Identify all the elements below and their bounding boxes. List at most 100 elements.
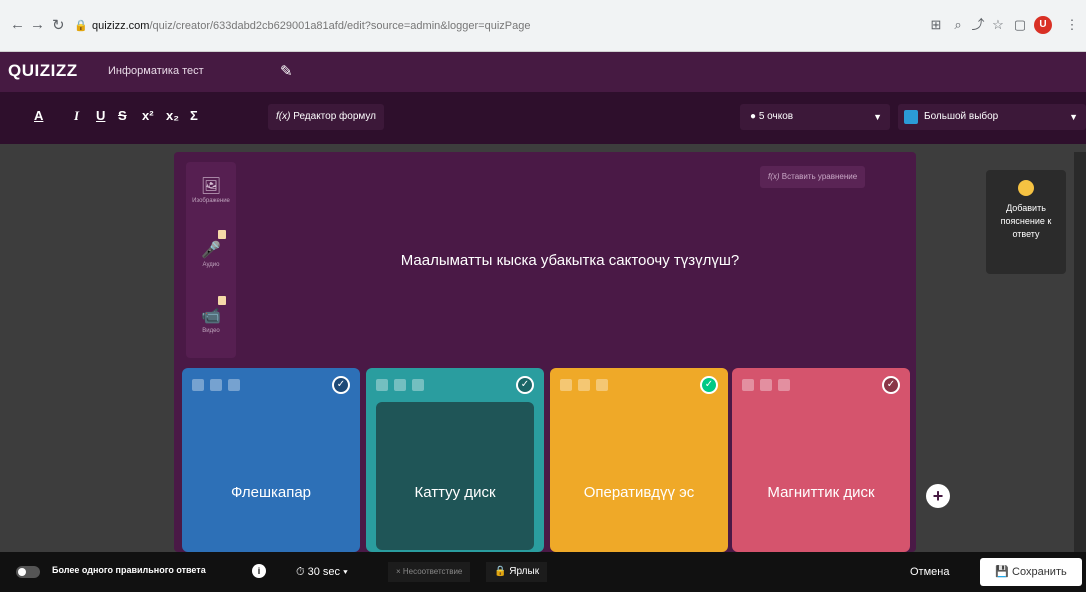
correct-check-icon[interactable]: ✓ (700, 376, 718, 394)
pencil-icon[interactable]: ✎ (280, 62, 293, 80)
answer-option-3[interactable]: ✓ Оперативдүү эс (550, 368, 728, 552)
image-icon[interactable] (760, 379, 772, 391)
bookmark-star-icon[interactable]: ☆ (990, 17, 1006, 33)
add-explanation-button[interactable]: Добавить пояснение к ответу (986, 170, 1066, 274)
lightbulb-icon (1018, 180, 1034, 196)
format-toolbar: A I U S x² x₂ Σ f(x) Редактор формул ● 5… (0, 92, 1086, 144)
audio-label: Аудио (202, 262, 220, 268)
add-video-button[interactable]: 📹 Видео (186, 296, 236, 334)
delete-icon[interactable] (192, 379, 204, 391)
back-arrow-icon[interactable]: ← (10, 16, 25, 33)
answer-text[interactable]: Флешкапар (182, 484, 360, 501)
video-icon: 📹 (201, 308, 221, 325)
save-button[interactable]: 💾 Сохранить (980, 558, 1082, 586)
menu-dots-icon[interactable]: ⋮ (1064, 17, 1080, 33)
explanation-label: Добавить пояснение к ответу (1000, 203, 1052, 239)
cancel-button[interactable]: Отмена (900, 561, 959, 583)
reload-icon[interactable]: ↻ (52, 16, 65, 34)
formula-editor-button[interactable]: f(x) Редактор формул (268, 104, 384, 130)
image-icon[interactable] (210, 379, 222, 391)
points-label: 5 очков (758, 111, 794, 122)
insert-equation-label: Вставить уравнение (781, 172, 858, 181)
italic-icon[interactable]: I (74, 108, 79, 124)
mic-icon: 🎤 (201, 242, 221, 259)
url-path: /quiz/creator/633dabd2cb629001a81afd/edi… (149, 20, 531, 32)
media-toolbar: 🖼 Изображение 🎤 Аудио 📹 Видео (186, 162, 236, 358)
multiple-answers-label: Более одного правильного ответа (52, 565, 206, 575)
multiple-answers-toggle[interactable] (16, 566, 40, 578)
image-icon: 🖼 (200, 178, 222, 195)
delete-icon[interactable] (376, 379, 388, 391)
formula-icon: f(x) (276, 111, 294, 122)
url-host: quizizz.com (92, 20, 150, 32)
answer-option-2[interactable]: ✓ Каттуу диск (366, 368, 544, 552)
quizizz-logo[interactable]: QUIZIZZ (8, 61, 78, 81)
question-type-label: Большой выбор (924, 111, 999, 122)
lock-icon: 🔒 (494, 566, 510, 577)
correct-check-icon[interactable]: ✓ (332, 376, 350, 394)
formula-icon[interactable] (412, 379, 424, 391)
chevron-down-icon: ▾ (340, 566, 348, 578)
profile-avatar[interactable]: U (1034, 16, 1052, 34)
formula-icon[interactable] (596, 379, 608, 391)
video-label: Видео (202, 328, 220, 334)
formula-icon[interactable] (228, 379, 240, 391)
quiz-title[interactable]: Информатика тест (108, 65, 204, 77)
image-icon[interactable] (394, 379, 406, 391)
points-dropdown[interactable]: ● 5 очков ▼ (740, 104, 890, 130)
answer-tools (742, 378, 796, 396)
underline-icon[interactable]: U (96, 108, 105, 123)
bottom-bar: Более одного правильного ответа i ⏱ 30 s… (0, 552, 1086, 592)
delete-icon[interactable] (560, 379, 572, 391)
tab-icon[interactable]: ▢ (1012, 17, 1028, 33)
lock-icon: 🔒 (74, 20, 88, 32)
correct-check-icon[interactable]: ✓ (516, 376, 534, 394)
question-type-dropdown[interactable]: Большой выбор ▼ (898, 104, 1086, 130)
delete-icon[interactable] (742, 379, 754, 391)
time-limit-dropdown[interactable]: ⏱ 30 sec ▾ (296, 562, 348, 582)
irrelevant-button[interactable]: × Несоответствие (388, 562, 471, 582)
add-image-button[interactable]: 🖼 Изображение (186, 176, 236, 204)
answer-text[interactable]: Оперативдүү эс (550, 484, 728, 501)
answer-option-4[interactable]: ✓ Магниттик диск (732, 368, 910, 552)
answer-tools (560, 378, 614, 396)
chevron-down-icon: ▼ (1069, 112, 1078, 122)
strikethrough-icon[interactable]: S (118, 108, 127, 123)
subscript-icon[interactable]: x₂ (166, 108, 179, 123)
sigma-icon[interactable]: Σ (190, 108, 198, 123)
app-header: QUIZIZZ Информатика тест ✎ (0, 52, 1086, 92)
info-icon[interactable]: i (252, 564, 266, 578)
save-icon: 💾 (995, 566, 1013, 578)
time-label: 30 sec (307, 566, 341, 578)
share-icon[interactable]: ⤴ (970, 17, 986, 33)
image-icon[interactable] (578, 379, 590, 391)
premium-badge (218, 296, 226, 305)
address-bar[interactable]: quizizz.com/quiz/creator/633dabd2cb62900… (92, 13, 922, 39)
chevron-down-icon: ▼ (873, 112, 882, 122)
answer-option-1[interactable]: ✓ Флешкапар (182, 368, 360, 552)
irrelevant-label: Несоответствие (402, 567, 463, 576)
scrollbar[interactable] (1074, 152, 1086, 552)
formula-icon[interactable] (778, 379, 790, 391)
answer-tools (376, 378, 430, 396)
formula-editor-label: Редактор формул (293, 111, 376, 122)
answer-text[interactable]: Каттуу диск (366, 484, 544, 501)
correct-check-icon[interactable]: ✓ (882, 376, 900, 394)
tag-label: Ярлык (509, 566, 540, 577)
tag-button[interactable]: 🔒 Ярлык (486, 562, 548, 582)
formula-icon: f(x) (768, 172, 782, 181)
zoom-icon[interactable]: ⌕ (950, 17, 966, 33)
browser-bar: ← → ↻ 🔒 quizizz.com/quiz/creator/633dabd… (0, 0, 1086, 52)
text-color-icon[interactable]: A (34, 108, 43, 123)
add-audio-button[interactable]: 🎤 Аудио (186, 230, 236, 268)
forward-arrow-icon[interactable]: → (30, 16, 45, 33)
points-icon: ● (750, 111, 759, 122)
save-label: Сохранить (1012, 566, 1067, 578)
translate-icon[interactable]: ⊞ (928, 17, 944, 33)
answer-text[interactable]: Магниттик диск (732, 484, 910, 501)
insert-equation-button[interactable]: f(x) Вставить уравнение (760, 166, 866, 188)
question-text[interactable]: Маалыматты кыска убакытка сактоочу түзүл… (240, 252, 900, 269)
answer-input-focused[interactable] (376, 402, 534, 550)
add-answer-button[interactable]: + (926, 484, 950, 508)
superscript-icon[interactable]: x² (142, 108, 154, 123)
